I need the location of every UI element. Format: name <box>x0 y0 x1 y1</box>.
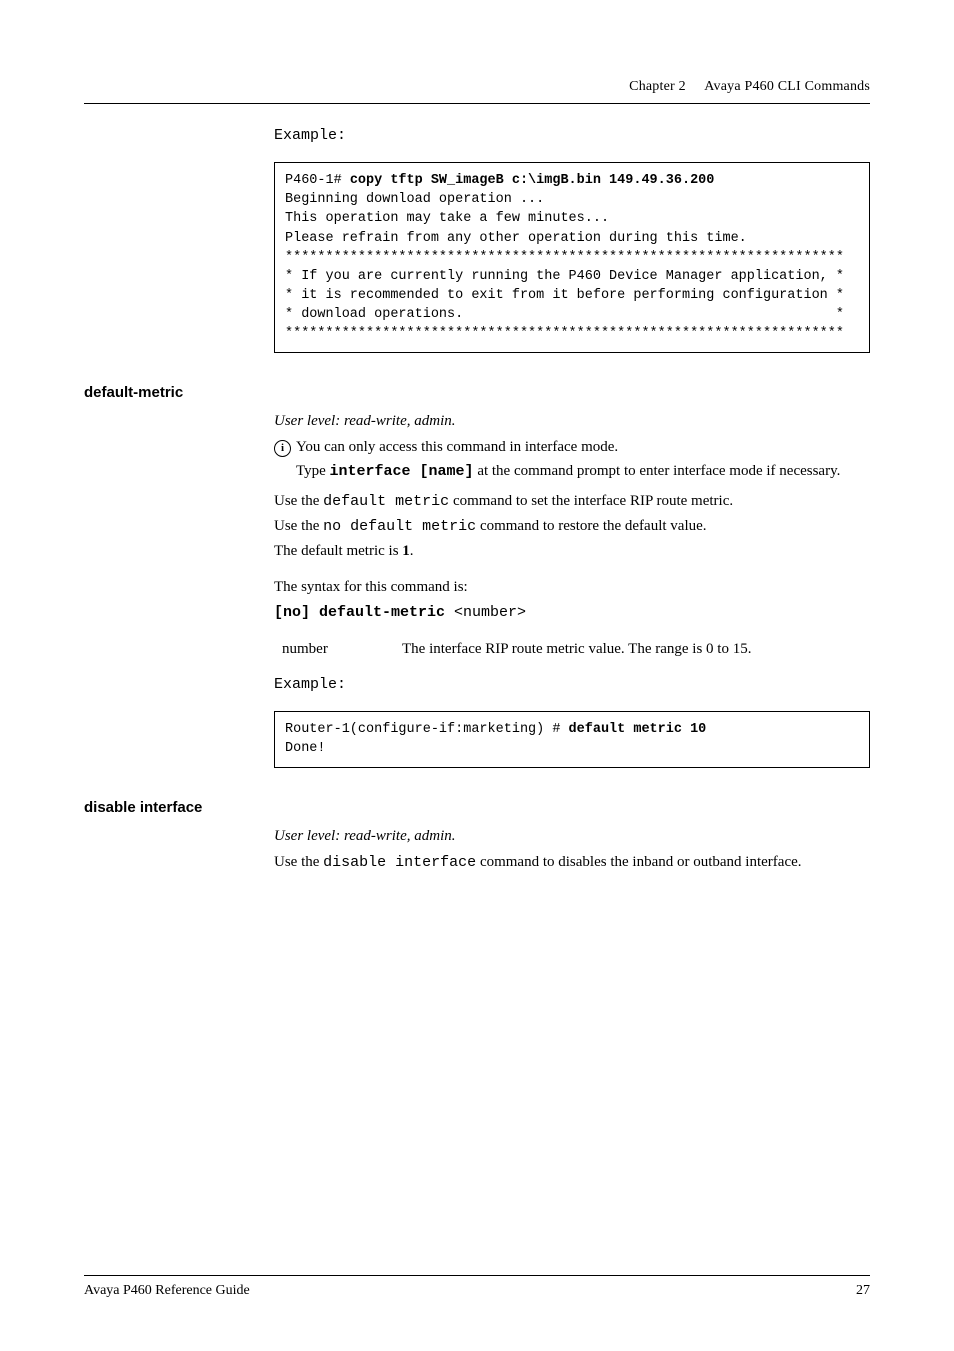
footer-page-number: 27 <box>856 1282 870 1301</box>
output-line: * it is recommended to exit from it befo… <box>285 288 844 303</box>
text: command to restore the default value. <box>476 518 706 534</box>
command: copy tftp SW_imageB c:\imgB.bin 149.49.3… <box>350 173 715 188</box>
inline-code: default metric <box>323 493 449 510</box>
example-label: Example: <box>274 126 870 146</box>
inline-code: no default metric <box>323 518 476 535</box>
param-desc: The interface RIP route metric value. Th… <box>402 639 751 659</box>
text: Use the <box>274 854 323 870</box>
note-line: Type interface [name] at the command pro… <box>296 461 840 482</box>
paragraph: The default metric is 1. <box>274 541 870 561</box>
user-level: User level: read-write, admin. <box>274 826 870 846</box>
example-label: Example: <box>274 675 870 695</box>
param-row: number The interface RIP route metric va… <box>282 639 870 659</box>
user-level: User level: read-write, admin. <box>274 411 870 431</box>
running-header: Chapter 2 Avaya P460 CLI Commands <box>84 78 870 97</box>
footer-rule <box>84 1275 870 1276</box>
output-line: * If you are currently running the P460 … <box>285 269 844 284</box>
text: Use the <box>274 493 323 509</box>
command: default metric 10 <box>569 722 707 737</box>
note-line: You can only access this command in inte… <box>296 437 840 457</box>
inline-code: disable interface <box>323 854 476 871</box>
bold-value: 1 <box>402 543 410 559</box>
inline-code: interface [name] <box>330 463 474 480</box>
text: Type <box>296 463 330 479</box>
text: Use the <box>274 518 323 534</box>
syntax-line: [no] default-metric <number> <box>274 602 870 623</box>
output-line: ****************************************… <box>285 326 844 341</box>
output-line: Beginning download operation ... <box>285 192 544 207</box>
info-icon: i <box>274 437 296 487</box>
code-block-copy-tftp: P460-1# copy tftp SW_imageB c:\imgB.bin … <box>274 162 870 352</box>
syntax-arg: <number> <box>445 604 526 621</box>
syntax-intro: The syntax for this command is: <box>274 577 870 597</box>
code-block-default-metric: Router-1(configure-if:marketing) # defau… <box>274 711 870 767</box>
section-heading-disable-interface: disable interface <box>84 798 870 818</box>
syntax-command: [no] default-metric <box>274 604 445 621</box>
output-line: Please refrain from any other operation … <box>285 231 747 246</box>
param-name: number <box>282 639 402 659</box>
chapter-number: Chapter 2 <box>629 79 686 94</box>
paragraph: Use the no default metric command to res… <box>274 516 870 537</box>
text: command to set the interface RIP route m… <box>449 493 733 509</box>
text: . <box>410 543 414 559</box>
text: at the command prompt to enter interface… <box>474 463 841 479</box>
header-rule <box>84 103 870 104</box>
paragraph: Use the default metric command to set th… <box>274 491 870 512</box>
prompt: P460-1# <box>285 173 350 188</box>
output-line: This operation may take a few minutes... <box>285 211 609 226</box>
text: The default metric is <box>274 543 402 559</box>
info-note: i You can only access this command in in… <box>274 437 870 487</box>
paragraph: Use the disable interface command to dis… <box>274 852 870 873</box>
prompt: Router-1(configure-if:marketing) # <box>285 722 569 737</box>
footer: Avaya P460 Reference Guide 27 <box>84 1275 870 1301</box>
footer-doc-title: Avaya P460 Reference Guide <box>84 1282 250 1301</box>
output-line: Done! <box>285 741 326 756</box>
section-heading-default-metric: default-metric <box>84 383 870 403</box>
output-line: * download operations. * <box>285 307 844 322</box>
chapter-title: Avaya P460 CLI Commands <box>704 79 870 94</box>
text: command to disables the inband or outban… <box>476 854 801 870</box>
output-line: ****************************************… <box>285 250 844 265</box>
